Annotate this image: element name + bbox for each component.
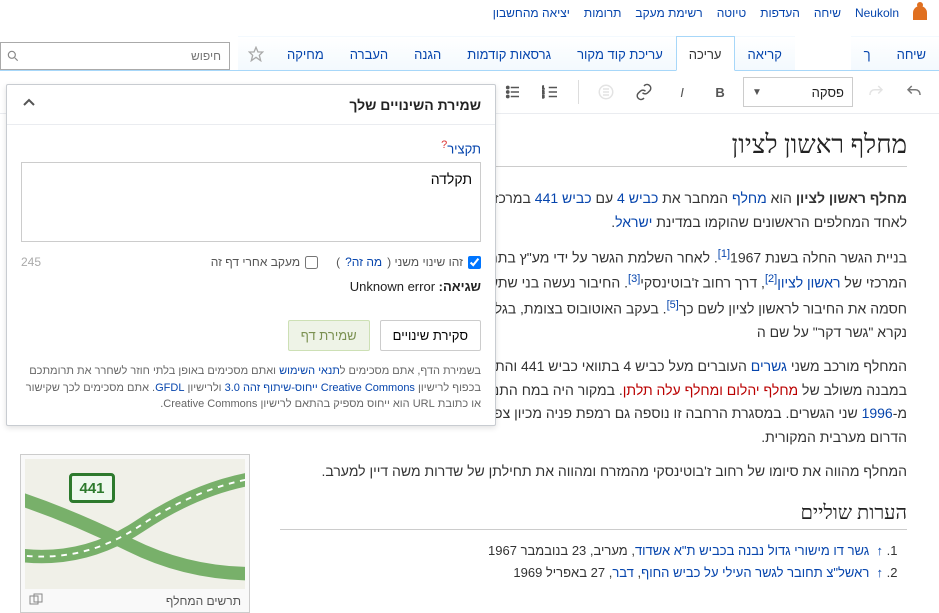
dialog-title: שמירת השינויים שלך (349, 97, 481, 113)
bullet-list-button[interactable] (498, 77, 528, 107)
user-watchlist-link[interactable]: רשימת מעקב (635, 6, 702, 20)
search-icon[interactable] (1, 49, 25, 63)
footnote-item: ↑ ראשל"צ תחובר לגשר העילי על כביש החוף, … (280, 562, 883, 584)
summary-label: תקציר? (21, 139, 481, 156)
paragraph[interactable]: המחלף מהווה את סיומו של רחוב ז'בוטינסקי … (280, 460, 907, 484)
cite-button[interactable] (591, 77, 621, 107)
format-dropdown[interactable]: פסקה ▼ (743, 77, 853, 107)
link-button[interactable] (629, 77, 659, 107)
footnote-link[interactable]: ראשל"צ תחובר לגשר העילי על כביש החוף (641, 565, 869, 580)
tab-protect[interactable]: הגנה (401, 36, 454, 70)
numbered-list-button[interactable]: 123 (536, 77, 566, 107)
tab-watch-star[interactable] (238, 36, 274, 70)
enlarge-icon[interactable] (29, 593, 43, 608)
user-logout-link[interactable]: יציאה מהחשבון (493, 6, 570, 20)
link-interchange[interactable]: מחלף (732, 190, 767, 206)
gfdl-link[interactable]: GFDL (155, 382, 184, 394)
link-israel[interactable]: ישראל (615, 214, 652, 230)
thumbnail-image[interactable]: 441 (25, 459, 245, 589)
footnote-item: ↑ גשר דו מישורי גדול נבנה בכביש ת"א אשדו… (280, 540, 883, 562)
review-changes-button[interactable]: סקירת שינויים (380, 320, 481, 351)
username-link[interactable]: Neukoln (855, 6, 899, 20)
tab-history[interactable]: גרסאות קודמות (454, 36, 564, 70)
watch-page-checkbox[interactable]: מעקב אחרי דף זה (211, 255, 318, 269)
bold-button[interactable]: B (705, 77, 735, 107)
tab-move[interactable]: העברה (337, 36, 401, 70)
tab-edit[interactable]: עריכה (676, 36, 735, 71)
link-1996[interactable]: 1996 (862, 405, 893, 421)
link[interactable]: גשרים (751, 358, 787, 374)
terms-link[interactable]: תנאי השימוש (279, 365, 340, 377)
watch-page-input[interactable] (305, 256, 318, 269)
user-sandbox-link[interactable]: טיוטה (717, 6, 747, 20)
undo-button[interactable] (899, 77, 929, 107)
minor-edit-input[interactable] (468, 256, 481, 269)
error-message: שגיאה: Unknown error (21, 279, 481, 294)
svg-text:3: 3 (542, 94, 545, 99)
char-count: 245 (21, 255, 41, 269)
footnote-backlink[interactable]: ↑ (877, 543, 884, 558)
footnote-link[interactable]: גשר דו מישורי גדול נבנה בכביש ת"א אשדוד (635, 543, 869, 558)
search-input[interactable] (25, 45, 229, 67)
tab-read[interactable]: קריאה (735, 36, 795, 70)
footref[interactable]: [5] (667, 299, 679, 311)
road-sign-badge: 441 (69, 473, 115, 503)
link[interactable]: ראשון לציון (777, 275, 840, 291)
italic-button[interactable]: I (667, 77, 697, 107)
search-box[interactable] (0, 42, 230, 70)
dialog-collapse-icon[interactable] (21, 95, 37, 114)
footref[interactable]: [2] (765, 273, 777, 285)
save-page-button[interactable]: שמירת דף (288, 320, 370, 351)
dialog-fineprint: בשמירת הדף, אתם מסכימים לתנאי השימוש ואת… (7, 363, 495, 425)
tab-talk[interactable]: שיחה (884, 36, 939, 70)
redlink[interactable]: מחלף יהלום ומחלף עלה תלתן (623, 382, 798, 398)
thumb-caption-text: תרשים המחלף (166, 594, 241, 608)
link-road4[interactable]: כביש 4 (617, 190, 658, 206)
footref[interactable]: [1] (718, 248, 730, 260)
format-label: פסקה (812, 85, 844, 100)
redo-button[interactable] (861, 77, 891, 107)
avatar-icon (913, 6, 927, 20)
tab-article[interactable]: ך (851, 36, 884, 70)
footref[interactable]: [3] (628, 273, 640, 285)
link-road441[interactable]: כביש 441 (535, 190, 592, 206)
user-prefs-link[interactable]: העדפות (760, 6, 800, 20)
user-talk-link[interactable]: שיחה (814, 6, 841, 20)
footnote-backlink[interactable]: ↑ (877, 565, 884, 580)
tab-delete[interactable]: מחיקה (274, 36, 337, 70)
footnotes-heading: הערות שוליים (280, 502, 907, 530)
thumbnail-box: 441 תרשים המחלף (20, 454, 250, 613)
user-contribs-link[interactable]: תרומות (584, 6, 621, 20)
tab-edit-source[interactable]: עריכת קוד מקור (564, 36, 676, 70)
save-dialog: שמירת השינויים שלך תקציר? זהו שינוי משני… (6, 84, 496, 426)
footnote-src[interactable]: דבר (612, 565, 634, 580)
chevron-down-icon: ▼ (752, 87, 762, 98)
minor-whatis-link[interactable]: מה זה? (345, 255, 382, 269)
cc-link[interactable]: Creative Commons ייחוס-שיתוף זהה 3.0 (225, 382, 415, 394)
minor-edit-checkbox[interactable]: זהו שינוי משני (מה זה?) (336, 255, 481, 269)
summary-textarea[interactable] (21, 162, 481, 242)
